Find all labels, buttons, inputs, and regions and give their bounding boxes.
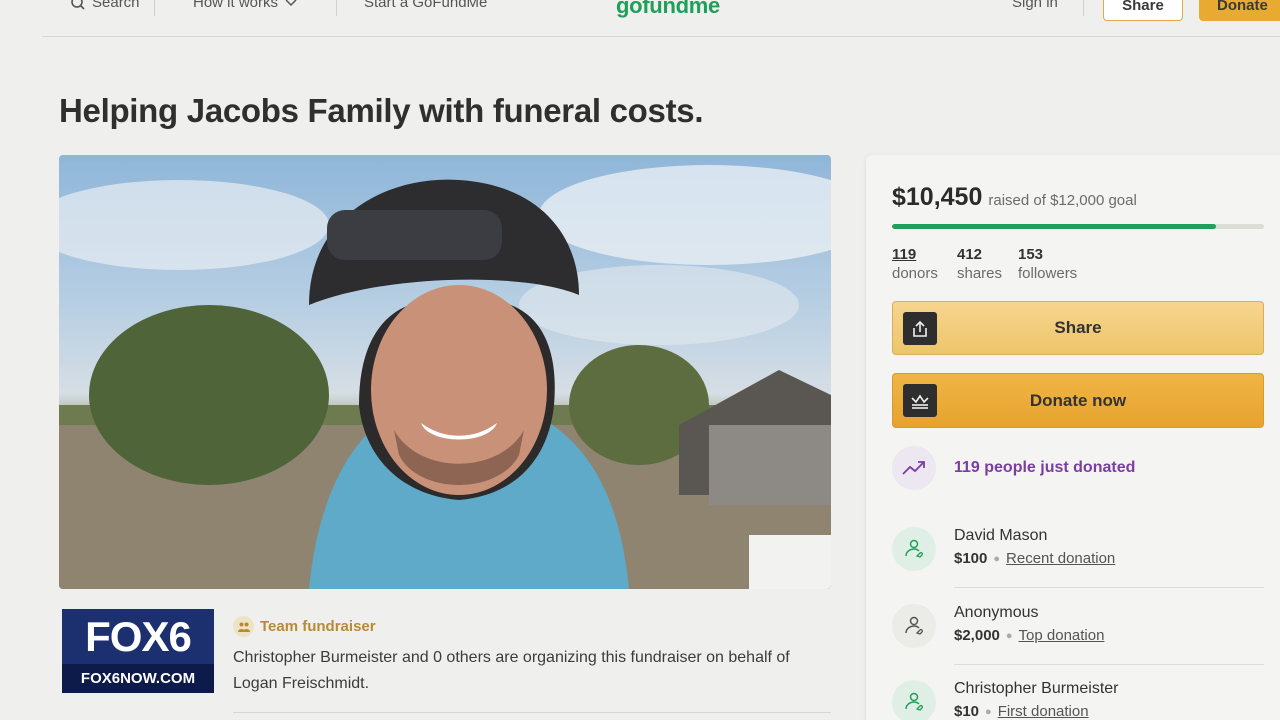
team-fundraiser-badge: Team fundraiser	[233, 616, 376, 637]
donate-crown-icon	[903, 384, 937, 417]
donor-name: Anonymous	[954, 604, 1039, 621]
fox6-url-text: FOX6NOW.COM	[62, 664, 214, 693]
sign-in-link[interactable]: Sign in	[1012, 0, 1058, 11]
top-nav: Search How it works Start a GoFundMe gof…	[42, 0, 1280, 37]
goal-text: raised of $12,000 goal	[988, 192, 1137, 209]
shares-label: shares	[957, 265, 1003, 282]
search-icon	[71, 0, 85, 10]
donor-name: Christopher Burmeister	[954, 680, 1119, 697]
campaign-photo	[59, 155, 831, 589]
fox6-logo-text: FOX6	[62, 609, 214, 664]
progress-bar	[892, 224, 1264, 229]
donor-heart-icon	[892, 680, 936, 720]
organizer-description: Christopher Burmeister and 0 others are …	[233, 649, 790, 692]
stat-shares: 412 shares	[957, 246, 1002, 282]
donate-now-label: Donate now	[1029, 390, 1127, 410]
nav-divider	[1083, 0, 1084, 16]
list-divider	[954, 587, 1264, 588]
followers-count: 153	[1018, 246, 1044, 263]
campaign-title: Helping Jacobs Family with funeral costs…	[59, 92, 704, 129]
fox6-watermark: FOX6 FOX6NOW.COM	[62, 609, 214, 693]
donation-amount: $10	[954, 703, 980, 720]
how-it-works-menu[interactable]: How it works	[193, 0, 298, 11]
donation-meta: $100 ● Recent donation	[954, 550, 1115, 567]
followers-label: followers	[1018, 265, 1078, 282]
meta-separator: ●	[1005, 629, 1013, 642]
donate-button-top[interactable]: Donate	[1199, 0, 1280, 21]
how-it-works-label: How it works	[193, 0, 279, 11]
raised-summary: $10,450 raised of $12,000 goal	[892, 183, 1137, 212]
recent-donors-text: 119 people just donated	[954, 459, 1136, 476]
share-upload-icon	[903, 312, 937, 345]
list-divider	[954, 664, 1264, 665]
donor-name: David Mason	[954, 527, 1048, 544]
trending-up-icon	[892, 446, 936, 490]
gofundme-logo[interactable]: gofundme	[616, 0, 720, 19]
donation-tag-link[interactable]: First donation	[998, 703, 1089, 720]
search-label: Search	[92, 0, 140, 11]
team-icon	[233, 616, 254, 637]
shares-count: 412	[957, 246, 983, 263]
chevron-down-icon	[285, 0, 297, 6]
donors-label: donors	[892, 265, 938, 282]
search-link[interactable]: Search	[70, 0, 140, 11]
section-divider	[233, 712, 831, 713]
nav-divider	[154, 0, 155, 16]
stat-donors[interactable]: 119 donors	[892, 246, 938, 282]
meta-separator: ●	[993, 552, 1001, 565]
campaign-photo-image	[59, 165, 831, 589]
donation-tag-link[interactable]: Top donation	[1019, 627, 1105, 644]
donation-amount: $2,000	[954, 627, 1000, 644]
stat-followers: 153 followers	[1018, 246, 1077, 282]
donor-heart-icon	[892, 527, 936, 571]
team-fundraiser-label: Team fundraiser	[260, 618, 376, 635]
start-gofundme-link[interactable]: Start a GoFundMe	[364, 0, 487, 11]
donors-count: 119	[892, 246, 917, 263]
nav-divider	[336, 0, 337, 16]
progress-fill	[892, 224, 1216, 229]
raised-amount: $10,450	[892, 183, 983, 211]
share-button-label: Share	[1054, 318, 1102, 337]
donate-now-button[interactable]: Donate now	[892, 373, 1264, 428]
donation-meta: $10 ● First donation	[954, 703, 1089, 720]
share-button-top[interactable]: Share	[1103, 0, 1183, 21]
share-button[interactable]: Share	[892, 301, 1264, 355]
donation-meta: $2,000 ● Top donation	[954, 627, 1104, 644]
donor-heart-icon	[892, 604, 936, 648]
donation-tag-link[interactable]: Recent donation	[1006, 550, 1115, 567]
meta-separator: ●	[985, 705, 992, 718]
donation-amount: $100	[954, 550, 988, 567]
